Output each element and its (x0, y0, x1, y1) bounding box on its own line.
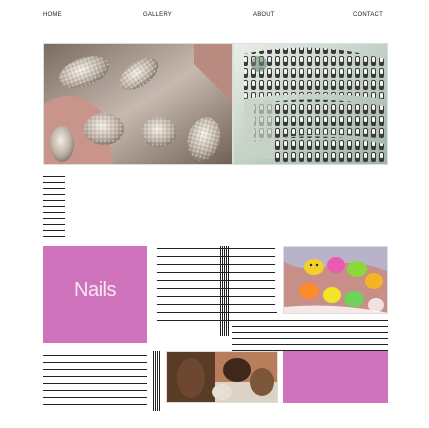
nail-polish-rack-image (234, 44, 387, 164)
nav-gallery[interactable]: GALLERY (143, 12, 172, 18)
nails-hero-block: Nails (43, 246, 147, 343)
smiley-nails-photo[interactable] (283, 246, 388, 314)
decorative-lines-vertical (220, 246, 230, 336)
hero-title: Nails (74, 279, 116, 301)
nav-contact[interactable]: CONTACT (353, 12, 383, 18)
decorative-lines-left-top (43, 172, 65, 238)
glitter-nails-photo[interactable] (43, 43, 233, 165)
pink-accent-block (283, 351, 388, 403)
decorative-lines-vertical-bottom (153, 351, 163, 411)
nav-home[interactable]: HOME (43, 12, 62, 18)
brown-nails-image (167, 352, 277, 402)
smiley-nails-image (284, 247, 387, 313)
decorative-lines-right (232, 318, 388, 354)
glitter-nails-image (44, 44, 232, 164)
nav-about[interactable]: ABOUT (253, 12, 275, 18)
page: HOME GALLERY ABOUT CONTACT Nails (0, 0, 429, 428)
nail-polish-rack-photo[interactable] (233, 43, 388, 165)
decorative-lines-middle (157, 246, 277, 326)
decorative-lines-left-bottom (43, 351, 147, 411)
brown-nails-photo[interactable] (166, 351, 278, 403)
top-nav: HOME GALLERY ABOUT CONTACT (0, 12, 429, 24)
